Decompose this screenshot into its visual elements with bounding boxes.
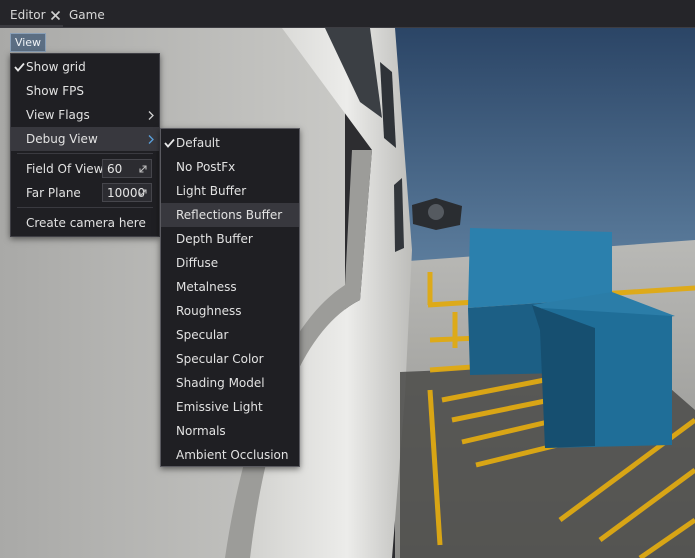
menu-item-view-flags[interactable]: View Flags: [11, 103, 159, 127]
menu-item-far-plane: Far Plane 10000: [11, 181, 159, 205]
tab-game[interactable]: Game: [69, 0, 105, 27]
debug-item-ambient-occlusion[interactable]: Ambient Occlusion: [161, 443, 299, 467]
debug-item-shading-model[interactable]: Shading Model: [161, 371, 299, 395]
tab-bar: Editor Game: [0, 0, 695, 28]
menu-item-label: Emissive Light: [176, 400, 263, 414]
menu-separator: [17, 153, 153, 154]
debug-item-diffuse[interactable]: Diffuse: [161, 251, 299, 275]
field-of-view-value: 60: [107, 162, 123, 176]
view-menu-button[interactable]: View: [10, 33, 46, 52]
menu-item-label: View Flags: [26, 108, 90, 122]
debug-item-reflections-buffer[interactable]: Reflections Buffer: [161, 203, 299, 227]
checkmark-icon: [164, 138, 175, 148]
menu-item-label: Roughness: [176, 304, 242, 318]
chevron-right-icon: [148, 135, 154, 144]
menu-separator: [17, 207, 153, 208]
debug-item-default[interactable]: Default: [161, 131, 299, 155]
close-icon[interactable]: [50, 10, 61, 21]
far-plane-input[interactable]: 10000: [102, 183, 152, 202]
menu-item-label: Specular Color: [176, 352, 264, 366]
debug-item-depth-buffer[interactable]: Depth Buffer: [161, 227, 299, 251]
resize-arrow-icon[interactable]: [138, 164, 148, 174]
resize-arrow-icon[interactable]: [138, 188, 148, 198]
menu-item-label: Field Of View: [26, 162, 104, 176]
menu-item-label: Metalness: [176, 280, 237, 294]
menu-item-show-grid[interactable]: Show grid: [11, 55, 159, 79]
view-menu: Show grid Show FPS View Flags Debug View…: [10, 53, 160, 237]
menu-item-show-fps[interactable]: Show FPS: [11, 79, 159, 103]
debug-item-roughness[interactable]: Roughness: [161, 299, 299, 323]
menu-item-label: Debug View: [26, 132, 98, 146]
menu-item-label: Diffuse: [176, 256, 219, 270]
debug-item-metalness[interactable]: Metalness: [161, 275, 299, 299]
debug-item-specular[interactable]: Specular: [161, 323, 299, 347]
menu-item-label: Shading Model: [176, 376, 265, 390]
field-of-view-input[interactable]: 60: [102, 159, 152, 178]
debug-item-emissive-light[interactable]: Emissive Light: [161, 395, 299, 419]
menu-item-label: Depth Buffer: [176, 232, 253, 246]
tab-editor[interactable]: Editor: [10, 0, 46, 27]
menu-item-label: Ambient Occlusion: [176, 448, 289, 462]
menu-item-label: Default: [176, 136, 220, 150]
menu-item-label: Specular: [176, 328, 229, 342]
menu-item-label: Normals: [176, 424, 226, 438]
debug-item-light-buffer[interactable]: Light Buffer: [161, 179, 299, 203]
active-tab-indicator: [0, 25, 63, 27]
menu-item-label: Light Buffer: [176, 184, 247, 198]
menu-item-debug-view[interactable]: Debug View: [11, 127, 159, 151]
debug-view-submenu: Default No PostFx Light Buffer Reflectio…: [160, 128, 300, 467]
chevron-right-icon: [148, 111, 154, 120]
menu-item-label: No PostFx: [176, 160, 236, 174]
debug-item-normals[interactable]: Normals: [161, 419, 299, 443]
menu-item-field-of-view: Field Of View 60: [11, 157, 159, 181]
debug-item-specular-color[interactable]: Specular Color: [161, 347, 299, 371]
menu-item-label: Reflections Buffer: [176, 208, 283, 222]
checkmark-icon: [14, 62, 25, 72]
menu-item-label: Show grid: [26, 60, 86, 74]
menu-item-label: Create camera here: [26, 216, 146, 230]
menu-item-create-camera-here[interactable]: Create camera here: [11, 211, 159, 235]
debug-item-no-postfx[interactable]: No PostFx: [161, 155, 299, 179]
menu-item-label: Far Plane: [26, 186, 81, 200]
menu-item-label: Show FPS: [26, 84, 84, 98]
